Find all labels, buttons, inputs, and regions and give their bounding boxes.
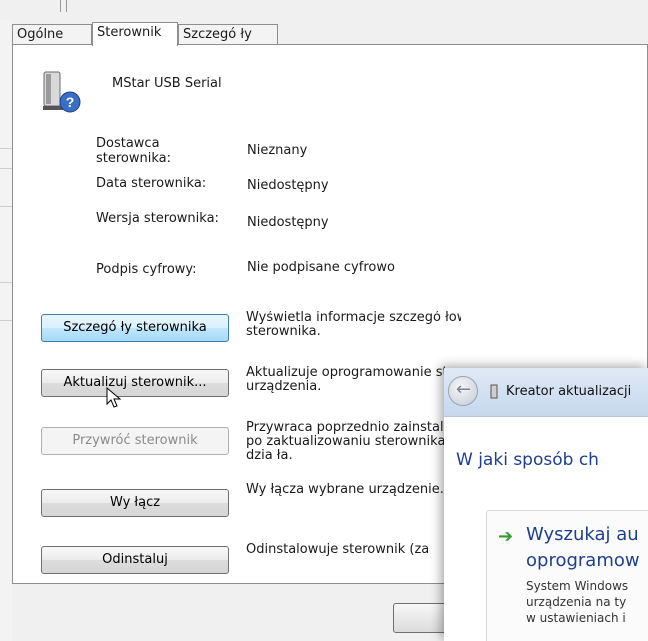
provider-value: Nieznany [247, 143, 308, 158]
tab-driver[interactable]: Sterownik [92, 22, 178, 46]
driver-details-description: Wyświetla informacje szczegó łowe na tem… [246, 311, 461, 339]
tab-general[interactable]: Ogólne [12, 24, 92, 44]
usb-device-question-icon: ? [43, 71, 81, 113]
signer-label: Podpis cyfrowy: [96, 262, 197, 277]
auto-search-option-title: Wyszukaj au oprogramow [526, 524, 640, 571]
device-name: MStar USB Serial [112, 76, 222, 91]
wizard-title: Kreator aktualizacji [506, 384, 632, 399]
driver-details-button[interactable]: Szczegó ły sterownika [41, 314, 229, 342]
version-value: Niedostępny [247, 215, 329, 230]
date-label: Data sterownika: [96, 176, 207, 191]
update-driver-wizard-window: ← Kreator aktualizacji W jaki sposób ch … [444, 368, 648, 641]
disable-device-button[interactable]: Wy łącz [41, 489, 229, 517]
rollback-driver-button[interactable]: Przywróć sterownik [41, 427, 229, 455]
mouse-cursor-icon [106, 387, 122, 408]
back-arrow-icon: ← [456, 379, 472, 400]
svg-text:?: ? [66, 94, 75, 110]
green-arrow-icon: ➔ [498, 526, 514, 547]
auto-search-option-description: System Windows urządzenia na ty w ustawi… [526, 579, 629, 625]
uninstall-driver-description: Odinstalowuje sterownik (za [246, 543, 430, 557]
wizard-question: W jaki sposób ch [456, 450, 599, 470]
update-driver-description: Aktualizuje oprogramowanie sterownika dl… [246, 366, 446, 394]
date-value: Niedostępny [247, 178, 329, 193]
uninstall-driver-button[interactable]: Odinstaluj [41, 546, 229, 574]
update-driver-button[interactable]: Aktualizuj sterownik... [41, 369, 229, 397]
provider-label: Dostawca sterownika: [96, 136, 172, 166]
device-small-icon [490, 384, 498, 399]
disable-device-description: Wy łącza wybrane urządzenie. [246, 483, 444, 497]
wizard-titlebar: ← Kreator aktualizacji [444, 368, 648, 417]
signer-value: Nie podpisane cyfrowo [247, 260, 395, 275]
version-label: Wersja sterownika: [96, 211, 219, 226]
rollback-driver-description: Przywraca poprzednio zainstalowany stero… [246, 421, 446, 463]
tab-details[interactable]: Szczegó ły [178, 24, 278, 44]
wizard-back-button[interactable]: ← [448, 376, 478, 406]
background-window-top [0, 0, 648, 20]
background-window-edge [0, 0, 12, 641]
